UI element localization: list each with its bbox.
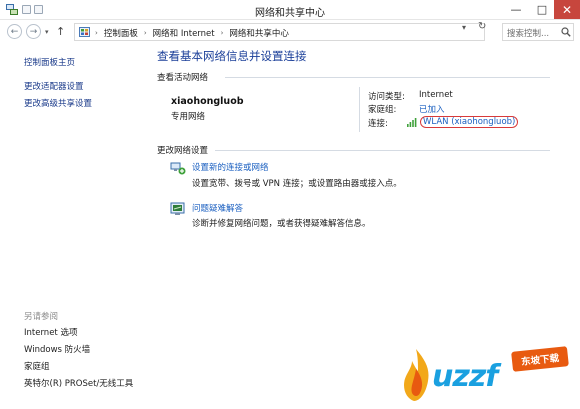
- address-bar[interactable]: › 控制面板 › 网络和 Internet › 网络和共享中心: [74, 23, 485, 41]
- control-panel-icon: [79, 27, 90, 37]
- access-type-value: Internet: [419, 90, 453, 100]
- close-button[interactable]: ✕: [554, 0, 580, 19]
- watermark: uzzf 东坡下载: [400, 345, 580, 409]
- breadcrumb-network-sharing-center[interactable]: 网络和共享中心: [229, 27, 289, 39]
- section-divider: [215, 150, 550, 151]
- change-advanced-sharing-link[interactable]: 更改高级共享设置: [24, 97, 92, 109]
- breadcrumb-network-internet[interactable]: 网络和 Internet: [153, 27, 215, 39]
- homegroup-link[interactable]: 家庭组: [24, 360, 50, 372]
- connection-label: 连接:: [368, 119, 388, 129]
- windows-firewall-link[interactable]: Windows 防火墙: [24, 343, 90, 355]
- minimize-button[interactable]: —: [503, 0, 529, 19]
- troubleshoot-desc: 诊断并修复网络问题，或者获得疑难解答信息。: [192, 219, 371, 229]
- breadcrumb: › 控制面板 › 网络和 Internet › 网络和共享中心: [95, 27, 289, 39]
- breadcrumb-control-panel[interactable]: 控制面板: [104, 27, 138, 39]
- new-connection-icon: [170, 162, 186, 175]
- search-icon[interactable]: [561, 27, 571, 37]
- window-title: 网络和共享中心: [255, 8, 325, 19]
- control-panel-home-link[interactable]: 控制面板主页: [24, 56, 75, 68]
- wlan-connection-link[interactable]: WLAN (xiaohongluob): [420, 116, 519, 128]
- recent-locations-chevron-icon[interactable]: ▾: [45, 28, 49, 36]
- watermark-badge: 东坡下载: [511, 346, 569, 372]
- refresh-icon[interactable]: ↻: [478, 21, 486, 32]
- address-history-chevron-icon[interactable]: ▾: [462, 23, 466, 32]
- homegroup-label: 家庭组:: [368, 105, 397, 115]
- see-also-heading: 另请参阅: [24, 312, 59, 322]
- internet-options-link[interactable]: Internet 选项: [24, 326, 77, 338]
- homegroup-joined-link[interactable]: 已加入: [419, 103, 445, 115]
- search-placeholder: 搜索控制...: [507, 29, 550, 39]
- maximize-button[interactable]: □: [529, 0, 555, 19]
- up-button[interactable]: ↑: [56, 25, 65, 38]
- flame-logo-icon: [404, 349, 429, 401]
- page-title: 查看基本网络信息并设置连接: [157, 49, 307, 63]
- crumb-separator-icon: ›: [95, 29, 98, 37]
- setup-new-connection-desc: 设置宽带、拨号或 VPN 连接；或设置路由器或接入点。: [192, 179, 402, 189]
- crumb-separator-icon[interactable]: ›: [221, 29, 224, 37]
- change-adapter-settings-link[interactable]: 更改适配器设置: [24, 80, 84, 92]
- troubleshoot-link[interactable]: 问题疑难解答: [192, 202, 243, 214]
- forward-button[interactable]: →: [26, 24, 41, 39]
- connection-value: WLAN (xiaohongluob): [407, 116, 519, 128]
- intel-proset-link[interactable]: 英特尔(R) PROSet/无线工具: [24, 377, 133, 389]
- access-type-label: 访问类型:: [368, 92, 405, 102]
- active-networks-heading: 查看活动网络: [157, 73, 209, 83]
- setup-new-connection-link[interactable]: 设置新的连接或网络: [192, 161, 269, 173]
- navigation-bar: ← → ▾ ↑ › 控制面板 › 网络和 Internet › 网络和共享中心 …: [0, 20, 580, 44]
- troubleshoot-icon: [170, 202, 185, 215]
- wifi-signal-icon: [407, 117, 417, 127]
- search-box[interactable]: 搜索控制...: [502, 23, 574, 41]
- network-type: 专用网络: [171, 112, 206, 122]
- vertical-divider: [359, 87, 360, 132]
- network-name: xiaohongluob: [171, 96, 244, 107]
- watermark-text: uzzf: [432, 359, 498, 394]
- crumb-separator-icon[interactable]: ›: [144, 29, 147, 37]
- change-settings-heading: 更改网络设置: [157, 146, 209, 156]
- left-pane: 控制面板主页 更改适配器设置 更改高级共享设置 另请参阅 Internet 选项…: [0, 44, 145, 409]
- title-bar: 网络和共享中心 — □ ✕: [0, 0, 580, 20]
- section-divider: [225, 77, 550, 78]
- back-button[interactable]: ←: [7, 24, 22, 39]
